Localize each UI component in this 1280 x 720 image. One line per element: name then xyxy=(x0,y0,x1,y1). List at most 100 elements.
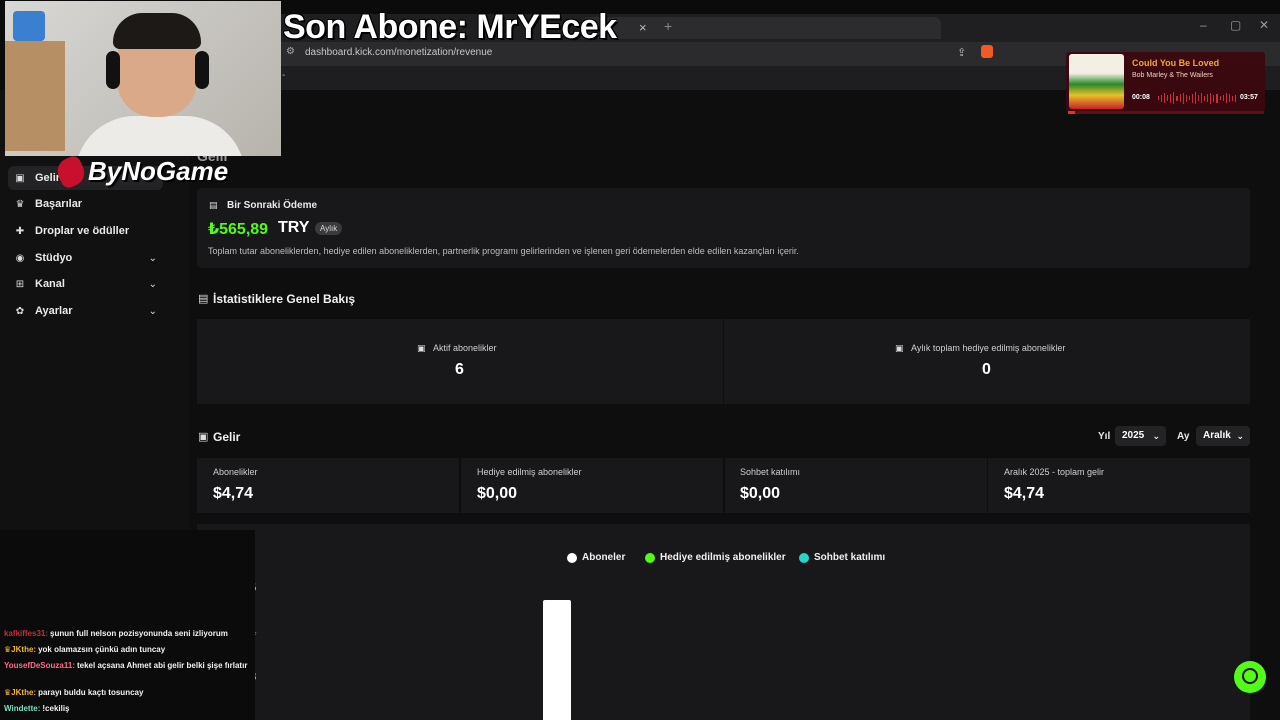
waveform-bar xyxy=(1161,94,1163,102)
share-icon[interactable]: ⇪ xyxy=(957,46,966,59)
chevron-down-icon: ⌄ xyxy=(1236,431,1244,441)
waveform-bar xyxy=(1179,94,1181,102)
waveform-bar xyxy=(1231,95,1233,101)
sidebar-item-label: Ayarlar xyxy=(35,305,73,317)
sidebar-item-label: Gelir xyxy=(35,172,61,184)
close-window-icon[interactable]: ✕ xyxy=(1259,18,1269,32)
legend-label[interactable]: Hediye edilmiş abonelikler xyxy=(660,552,786,563)
stat-label: Aktif abonelikler xyxy=(433,343,497,353)
stats-heading: İstatistiklere Genel Bakış xyxy=(213,292,356,306)
webcam-shirt xyxy=(75,116,245,156)
song-progress-bar xyxy=(1068,111,1264,114)
chat-message: Windette: !cekiliş xyxy=(4,703,249,715)
payment-currency: TRY xyxy=(278,219,310,236)
revenue-value: $4,74 xyxy=(213,485,254,502)
waveform-bar xyxy=(1222,95,1224,101)
sidebar-item-kanal[interactable]: ⊞ Kanal ⌄ xyxy=(8,272,163,296)
active-tab[interactable] xyxy=(581,17,941,39)
sidebar-item-basarilar[interactable]: ♛ Başarılar xyxy=(8,192,163,216)
site-info-icon[interactable]: ⚙ xyxy=(286,46,295,57)
revenue-icon: ▣ xyxy=(198,431,209,443)
sidebar-item-label: Kanal xyxy=(35,278,65,290)
audio-waveform xyxy=(1158,92,1237,104)
maximize-icon[interactable]: ▢ xyxy=(1230,18,1241,32)
stat-value: 6 xyxy=(455,361,464,378)
waveform-bar xyxy=(1167,95,1169,101)
gear-icon: ✿ xyxy=(15,305,25,317)
now-playing-widget: Could You Be Loved Bob Marley & The Wail… xyxy=(1066,52,1265,112)
waveform-bar xyxy=(1164,93,1166,103)
year-select-value: 2025 xyxy=(1122,430,1145,441)
stream-overlay-title: Son Abone: MrYEcek xyxy=(283,8,617,46)
waveform-bar xyxy=(1158,96,1160,100)
wallet-icon: ▤ xyxy=(209,200,218,210)
sidebar-item-label: Droplar ve ödüller xyxy=(35,225,130,237)
chevron-down-icon[interactable]: ⌄ xyxy=(149,253,157,264)
chart-icon: ▣ xyxy=(417,343,426,353)
waveform-bar xyxy=(1210,92,1212,104)
sidebar-item-droplar[interactable]: ✚ Droplar ve ödüller xyxy=(8,219,163,243)
sidebar-item-studyo[interactable]: ◉ Stüdyo ⌄ xyxy=(8,246,163,270)
revenue-heading: Gelir xyxy=(213,430,241,444)
revenue-label: Sohbet katılımı xyxy=(740,467,801,477)
waveform-bar xyxy=(1198,95,1200,101)
song-artist: Bob Marley & The Wailers xyxy=(1132,72,1213,79)
album-art xyxy=(1069,54,1124,109)
sidebar-item-ayarlar[interactable]: ✿ Ayarlar ⌄ xyxy=(8,299,163,323)
bar-chart-icon: ▣ xyxy=(15,172,25,184)
waveform-bar xyxy=(1219,96,1221,100)
chart-bar-aboneler[interactable] xyxy=(543,600,571,720)
next-payment-card xyxy=(197,188,1250,268)
waveform-bar xyxy=(1207,94,1209,102)
chart-icon: ▣ xyxy=(895,343,904,353)
waveform-bar xyxy=(1170,93,1172,103)
month-select[interactable]: Aralık ⌄ xyxy=(1196,426,1250,446)
minimize-icon[interactable]: – xyxy=(1200,18,1207,32)
trophy-icon: ♛ xyxy=(15,198,25,210)
waveform-bar xyxy=(1201,93,1203,103)
sponsor-logo: ByNoGame xyxy=(88,156,229,186)
month-select-value: Aralık xyxy=(1203,430,1231,441)
waveform-bar xyxy=(1182,92,1184,104)
waveform-bar xyxy=(1213,94,1215,102)
chat-message: ♛JKthe: parayı buldu kaçtı tosuncay xyxy=(4,687,249,699)
waveform-bar xyxy=(1234,94,1237,102)
year-label: Yıl xyxy=(1098,431,1111,442)
waveform-bar xyxy=(1191,93,1193,103)
url-text[interactable]: dashboard.kick.com/monetization/revenue xyxy=(305,47,492,58)
chat-message: YousefDeSouza11: tekel açsana Ahmet abi g… xyxy=(4,660,249,672)
chat-username: YousefDeSouza11: xyxy=(4,661,75,670)
revenue-label: Hediye edilmiş abonelikler xyxy=(477,467,582,477)
webcam-overlay xyxy=(5,1,281,156)
chevron-down-icon[interactable]: ⌄ xyxy=(149,279,157,290)
waveform-bar xyxy=(1204,95,1206,101)
payment-period-badge: Aylık xyxy=(315,222,343,235)
headset-icon xyxy=(1242,668,1258,684)
year-select[interactable]: 2025 ⌄ xyxy=(1115,426,1166,446)
chat-text: yok olamazsın çünkü adın tuncay xyxy=(38,645,166,654)
brave-shield-icon[interactable] xyxy=(981,45,993,58)
sidebar-item-label: Başarılar xyxy=(35,198,83,210)
webcam-shelf xyxy=(5,41,65,151)
chat-text: tekel açsana Ahmet abi gelir belki şişe … xyxy=(76,661,248,670)
chat-message: kafkiffes31: şunun full nelson pozisyonun… xyxy=(4,628,249,640)
waveform-bar xyxy=(1188,96,1190,100)
bookmark-dash: - xyxy=(282,70,286,81)
webcam-headset-right xyxy=(195,51,209,89)
new-tab-icon[interactable]: + xyxy=(664,18,672,34)
legend-label[interactable]: Sohbet katılımı xyxy=(814,552,885,563)
chat-username: kafkiffes31: xyxy=(4,629,49,638)
chevron-down-icon: ⌄ xyxy=(1152,431,1160,441)
chevron-down-icon[interactable]: ⌄ xyxy=(149,306,157,317)
song-duration: 03:57 xyxy=(1240,94,1258,101)
legend-dot-aboneler xyxy=(567,553,577,563)
next-payment-heading: Bir Sonraki Ödeme xyxy=(227,200,318,211)
song-title: Could You Be Loved xyxy=(1132,58,1220,68)
song-elapsed: 00:08 xyxy=(1132,94,1150,101)
legend-label[interactable]: Aboneler xyxy=(582,552,625,563)
chat-text: şunun full nelson pozisyonunda seni izli… xyxy=(50,629,228,638)
chat-text: parayı buldu kaçtı tosuncay xyxy=(38,688,144,697)
close-tab-icon[interactable]: × xyxy=(639,20,647,35)
gift-icon: ✚ xyxy=(15,225,25,237)
waveform-bar xyxy=(1176,95,1178,101)
